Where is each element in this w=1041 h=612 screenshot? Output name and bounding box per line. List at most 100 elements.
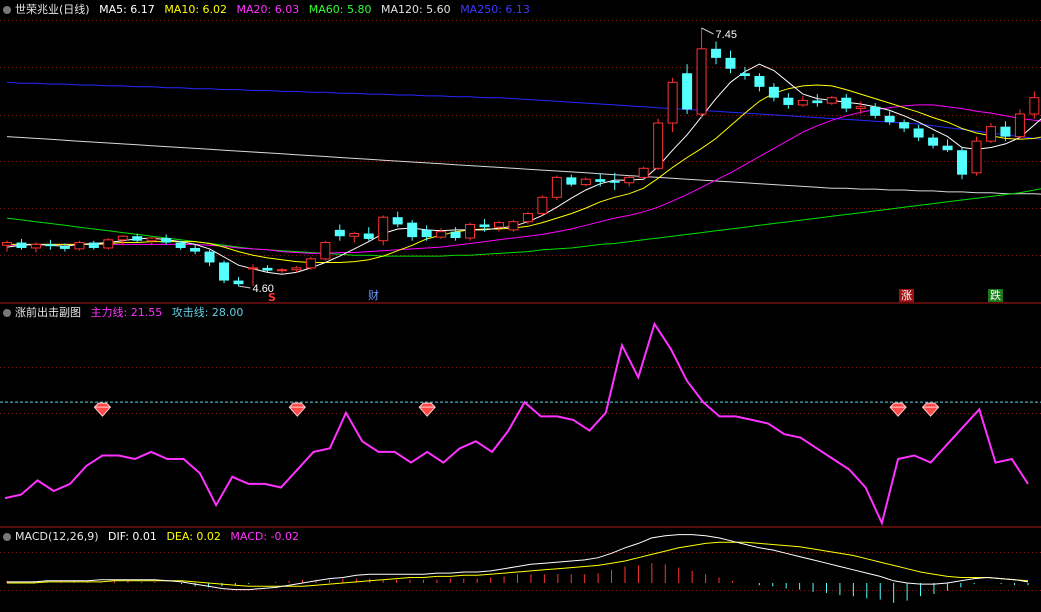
- candle-body: [580, 178, 591, 186]
- candle: [233, 276, 244, 286]
- candle: [276, 267, 287, 274]
- candle: [508, 219, 519, 232]
- ma250-label: MA250: 6.13: [460, 3, 530, 16]
- candle-body: [305, 258, 316, 269]
- candle: [1014, 109, 1025, 140]
- candle-body: [537, 196, 548, 215]
- candle-body: [682, 73, 693, 110]
- candle-body: [392, 217, 403, 225]
- indicator-name: 涨前出击副图: [15, 306, 81, 319]
- candle: [392, 211, 403, 228]
- candle-body: [30, 243, 41, 249]
- candle-body: [132, 236, 143, 241]
- attack-line-label: 攻击线: 28.00: [171, 306, 244, 319]
- candle-body: [768, 86, 779, 98]
- candle-body: [175, 242, 186, 248]
- main-panel-legend: 世荣兆业(日线) MA5: 6.17 MA10: 6.02 MA20: 6.03…: [3, 2, 536, 18]
- high-price-label: 7.45: [716, 29, 737, 41]
- candle-body: [117, 235, 128, 241]
- candle-body: [45, 244, 56, 247]
- candle-body: [711, 48, 722, 58]
- indicator-panel-legend: 涨前出击副图 主力线: 21.55 攻击线: 28.00: [3, 305, 249, 321]
- candle: [725, 50, 736, 74]
- candle-body: [913, 128, 924, 138]
- gem-shape: [288, 402, 306, 417]
- candle: [870, 103, 881, 119]
- candle: [711, 41, 722, 65]
- limit-down-marker[interactable]: 跌: [988, 289, 1003, 302]
- candle: [493, 220, 504, 232]
- candle: [783, 93, 794, 109]
- candle-body: [219, 262, 230, 281]
- candle-body: [493, 222, 504, 228]
- candle: [826, 95, 837, 105]
- candle: [74, 240, 85, 251]
- candle: [551, 175, 562, 200]
- candle-body: [16, 242, 27, 248]
- candle: [363, 227, 374, 241]
- candle-body: [334, 229, 345, 237]
- ma20-label: MA20: 6.03: [236, 3, 300, 16]
- candle-body: [595, 179, 606, 182]
- candle-body: [363, 233, 374, 239]
- main-force-line: [4, 321, 1029, 526]
- candle-body: [942, 145, 953, 151]
- candle: [88, 240, 99, 250]
- candle-body: [957, 150, 968, 175]
- candle: [45, 239, 56, 250]
- candle: [971, 136, 982, 176]
- candle: [580, 177, 591, 187]
- candle: [942, 139, 953, 153]
- ma20-line: [7, 104, 1041, 254]
- signal-gem-icon: [288, 402, 306, 417]
- candle-body: [436, 231, 447, 238]
- candle-body: [696, 48, 707, 115]
- candle-body: [797, 99, 808, 106]
- ma5-label: MA5: 6.17: [99, 3, 155, 16]
- candle-body: [667, 81, 678, 124]
- candle: [1029, 91, 1040, 119]
- candle-body: [378, 216, 389, 242]
- candle-body: [1014, 113, 1025, 138]
- candle-body: [783, 97, 794, 105]
- low-pointer: [238, 285, 251, 289]
- high-pointer: [701, 27, 714, 35]
- gem-shape: [418, 402, 436, 417]
- candle-body: [103, 239, 114, 249]
- candle-body: [884, 115, 895, 123]
- candle-body: [522, 213, 533, 223]
- candle-body: [349, 232, 360, 237]
- candle-body: [725, 57, 736, 69]
- candle: [696, 28, 707, 119]
- macd-panel-legend: MACD(12,26,9) DIF: 0.01 DEA: 0.02 MACD: …: [3, 529, 305, 545]
- candle: [682, 64, 693, 114]
- candle: [812, 94, 823, 107]
- candle: [899, 119, 910, 133]
- candle-body: [262, 267, 273, 271]
- candle: [913, 124, 924, 142]
- signal-gem-icon: [889, 402, 907, 417]
- candle-body: [1029, 97, 1040, 115]
- candle-body: [465, 223, 476, 239]
- candle: [320, 240, 331, 261]
- candle-body: [508, 221, 519, 231]
- candle-body: [291, 267, 302, 271]
- candle-body: [754, 75, 765, 87]
- finance-marker[interactable]: 财: [366, 289, 381, 302]
- candle-body: [479, 224, 490, 228]
- candle: [841, 94, 852, 113]
- candle: [957, 147, 968, 180]
- indicator-menu-icon[interactable]: [3, 309, 11, 317]
- candle-body: [624, 176, 635, 184]
- candle: [30, 242, 41, 253]
- candle: [595, 173, 606, 187]
- panel-menu-icon[interactable]: [3, 6, 11, 14]
- candle-body: [146, 237, 157, 242]
- candle: [2, 240, 12, 252]
- macd-menu-icon[interactable]: [3, 533, 11, 541]
- dif-label: DIF: 0.01: [108, 530, 157, 543]
- candle: [537, 195, 548, 216]
- limit-up-marker[interactable]: 涨: [899, 289, 914, 302]
- candle: [450, 227, 461, 241]
- candle-body: [320, 242, 331, 260]
